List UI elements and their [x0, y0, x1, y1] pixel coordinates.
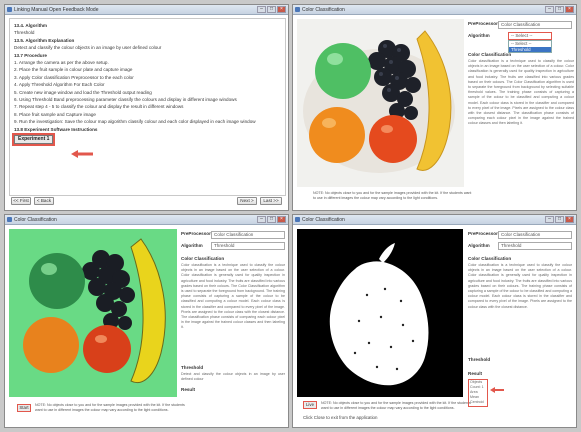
- close-icon[interactable]: ×: [277, 216, 286, 223]
- instruction-line: 3. Apply Color classification Preprocess…: [14, 74, 134, 80]
- window-titlebar: Linking Manual Open Feedback Mode – □ ×: [5, 5, 288, 15]
- start-button[interactable]: Start: [17, 404, 31, 412]
- window-controls: – □ ×: [545, 6, 574, 13]
- note-text: NOTE: No objects close to you and for th…: [35, 403, 185, 412]
- window-controls: – □ ×: [545, 216, 574, 223]
- red-arrow-icon: [490, 387, 504, 393]
- instruction-line: 9. Run the investigation: Save the colou…: [14, 119, 256, 125]
- instruction-line: Detect and classify the colour objects i…: [14, 45, 162, 51]
- section-label: Color Classification: [181, 256, 225, 261]
- preprocessor-select[interactable]: Color Classification: [498, 231, 572, 239]
- algorithm-select[interactable]: Threshold: [211, 242, 285, 250]
- algorithm-select[interactable]: Threshold: [498, 242, 572, 250]
- instruction-line: 8. Place fruit sample and Capture image: [14, 111, 96, 117]
- threshold-text: Detect and classify the colour objects i…: [181, 372, 285, 382]
- note-text: NOTE: No objects close to you and for th…: [313, 191, 472, 200]
- preprocessor-label: PreProcessor: [181, 231, 211, 236]
- live-button[interactable]: Live: [303, 401, 317, 409]
- last-button[interactable]: Last >>: [260, 197, 282, 205]
- screenshot-grid: Linking Manual Open Feedback Mode – □ × …: [4, 4, 577, 428]
- classified-image-render: [9, 229, 177, 397]
- next-button[interactable]: Next >: [237, 197, 257, 205]
- threshold-label: Threshold: [181, 365, 204, 370]
- window-title: Linking Manual Open Feedback Mode: [14, 7, 99, 13]
- app-icon: [7, 217, 12, 222]
- close-icon[interactable]: ×: [565, 216, 574, 223]
- app-icon: [295, 217, 300, 222]
- algorithm-select[interactable]: -- Select --: [508, 32, 552, 40]
- result-line: Centroid: [470, 400, 484, 404]
- instruction-lines: 13.4. Algorithm Threshold 13.5. Algorithm …: [14, 22, 281, 133]
- instruction-line: 4. Apply Threshold Algorithm For Each Co…: [14, 82, 105, 88]
- experiment-button[interactable]: Experiment 1: [14, 135, 54, 145]
- binary-result-image: [297, 229, 463, 397]
- close-icon[interactable]: ×: [277, 6, 286, 13]
- maximize-icon[interactable]: □: [555, 216, 564, 223]
- window-title: Color Classification: [302, 7, 345, 13]
- minimize-icon[interactable]: –: [545, 216, 554, 223]
- preprocessor-label: PreProcessor: [468, 21, 498, 26]
- instruction-line: 6. Using Threshold Band preprocessing pa…: [14, 97, 237, 103]
- maximize-icon[interactable]: □: [267, 216, 276, 223]
- instruction-heading: 13.8 Experiment Software Instructions: [14, 126, 98, 132]
- color-classification-window-select: Color Classification – □ × NOTE: No obje…: [292, 4, 577, 211]
- note-text: NOTE: No objects close to you and for th…: [321, 401, 471, 410]
- algorithm-label: Algorithm: [468, 243, 490, 248]
- description-text: Color classification is a technique used…: [468, 263, 572, 309]
- instructions-window: Linking Manual Open Feedback Mode – □ × …: [4, 4, 289, 211]
- window-title: Color Classification: [302, 217, 345, 223]
- window-titlebar: Color Classification – □ ×: [5, 215, 288, 225]
- algorithm-label: Algorithm: [181, 243, 203, 248]
- result-label: Result: [468, 371, 483, 376]
- fruit-image: [297, 19, 464, 187]
- window-controls: – □ ×: [257, 216, 286, 223]
- instruction-heading: 13.5. Algorithm Explanation: [14, 37, 75, 43]
- window-titlebar: Color Classification – □ ×: [293, 5, 576, 15]
- instruction-heading: 13.7 Procedure: [14, 52, 47, 58]
- result-box: Objects Count: 1 Area Mean Centroid: [468, 379, 488, 407]
- minimize-icon[interactable]: –: [257, 6, 266, 13]
- first-button[interactable]: << First: [11, 197, 31, 205]
- back-button[interactable]: < Back: [34, 197, 54, 205]
- window-title: Color Classification: [14, 217, 57, 223]
- fruit-image-render: [297, 19, 464, 187]
- minimize-icon[interactable]: –: [257, 216, 266, 223]
- section-label: Color Classification: [468, 256, 512, 261]
- close-icon[interactable]: ×: [565, 6, 574, 13]
- red-arrow-icon: [71, 150, 93, 158]
- binary-image-render: [297, 229, 463, 397]
- app-icon: [295, 7, 300, 12]
- color-classification-window-result: Color Classification – □ × Live NOTE: No…: [292, 214, 577, 428]
- instruction-heading: 13.4. Algorithm: [14, 23, 48, 28]
- maximize-icon[interactable]: □: [555, 6, 564, 13]
- instructions-panel: 13.4. Algorithm Threshold 13.5. Algorithm …: [9, 18, 286, 196]
- section-label: Color Classification: [468, 52, 512, 57]
- classified-image: [9, 229, 177, 397]
- preprocessor-label: PreProcessor: [468, 231, 498, 236]
- color-classification-window-threshold: Color Classification – □ × Start NOTE: N…: [4, 214, 289, 428]
- instruction-line: Threshold: [14, 30, 35, 36]
- description-text: Color classification is a technique used…: [468, 59, 574, 126]
- minimize-icon[interactable]: –: [545, 6, 554, 13]
- instruction-line: 7. Repeat step 4 - 5 to classify the col…: [14, 104, 184, 110]
- instruction-line: 1. Arrange the camera as per the above s…: [14, 60, 109, 66]
- preprocessor-select[interactable]: Color Classification: [211, 231, 285, 239]
- dropdown-option-highlighted[interactable]: Threshold: [509, 46, 551, 52]
- maximize-icon[interactable]: □: [267, 6, 276, 13]
- nav-bar: << First < Back Next > Last >>: [9, 197, 284, 207]
- window-controls: – □ ×: [257, 6, 286, 13]
- window-titlebar: Color Classification – □ ×: [293, 215, 576, 225]
- threshold-label: Threshold: [468, 357, 491, 362]
- footer-text: Click Close to exit from the application: [303, 415, 378, 420]
- instruction-line: 2. Place the fruit sample in colour plat…: [14, 67, 133, 73]
- preprocessor-select[interactable]: Color Classification: [498, 21, 572, 29]
- app-icon: [7, 7, 12, 12]
- algorithm-dropdown: -- Select -- Threshold: [508, 40, 552, 53]
- algorithm-label: Algorithm: [468, 33, 490, 38]
- instruction-line: 5. Create new image window and load the …: [14, 89, 152, 95]
- result-label: Result: [181, 387, 196, 392]
- description-text: Color classification is a technique used…: [181, 263, 285, 330]
